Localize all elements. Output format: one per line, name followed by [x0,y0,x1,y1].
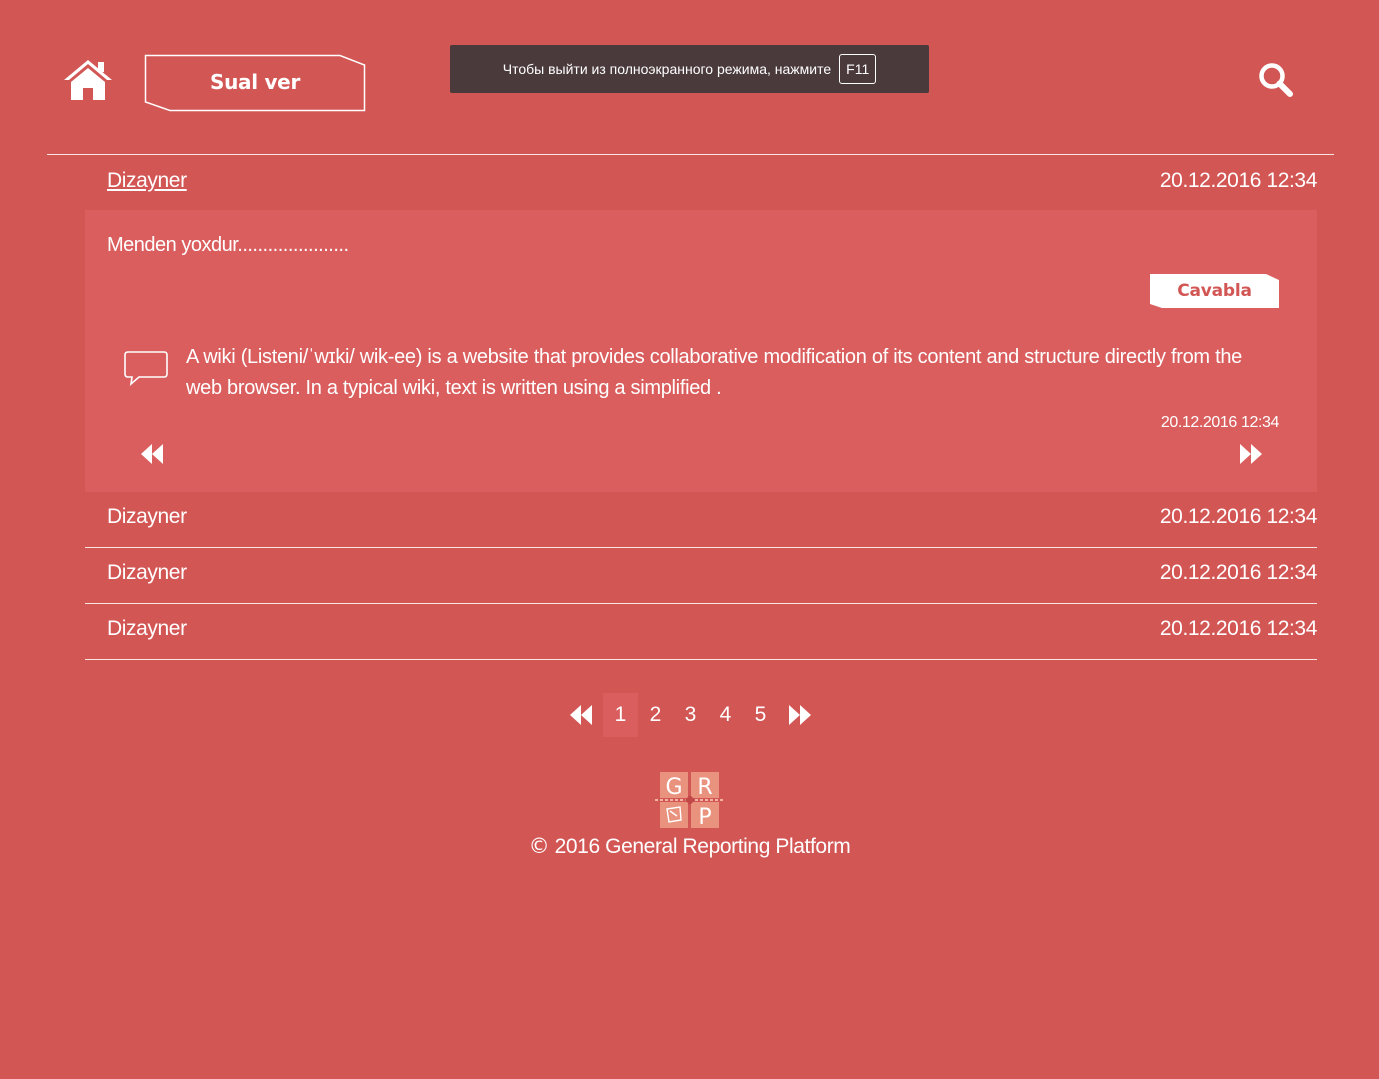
fullscreen-notice: Чтобы выйти из полноэкранного режима, на… [450,45,929,93]
first-page-icon[interactable] [568,704,594,726]
logo-letter-p: P [698,805,711,830]
page-2-link[interactable]: 2 [638,693,673,737]
question-date: 20.12.2016 12:34 [1159,617,1317,640]
question-date: 20.12.2016 12:34 [1159,169,1317,192]
question-row[interactable]: Dizayner 20.12.2016 12:34 [85,492,1317,548]
logo-letter-r: R [697,775,712,800]
header-divider [47,154,1334,155]
question-row[interactable]: Dizayner 20.12.2016 12:34 [85,548,1317,604]
search-icon[interactable] [1258,62,1294,98]
logo-letter-g: G [665,775,682,800]
copyright-text: © 2016 General Reporting Platform [0,834,1379,859]
page-1-link[interactable]: 1 [603,693,638,737]
answer-date: 20.12.2016 12:34 [1160,414,1280,431]
question-author: Dizayner [107,505,187,528]
previous-answer-icon[interactable] [139,443,165,465]
question-text: Menden yoxdur...................... [107,234,349,256]
ask-question-button[interactable]: Sual ver [144,54,366,112]
page-3-link[interactable]: 3 [673,693,708,737]
pagination: 1 2 3 4 5 [568,693,813,737]
grp-logo: G R P [655,770,725,830]
page-4-link[interactable]: 4 [708,693,743,737]
answer-button-label: Cavabla [1177,281,1252,301]
last-page-icon[interactable] [787,704,813,726]
answer-text: A wiki (Listeni/ˈwɪki/ wik-ee) is a webs… [186,346,1242,399]
question-author-link[interactable]: Dizayner [107,169,187,193]
ask-question-label: Sual ver [209,70,301,94]
question-date: 20.12.2016 12:34 [1159,561,1317,584]
fullscreen-notice-text: Чтобы выйти из полноэкранного режима, на… [502,61,832,77]
comment-icon [123,350,169,387]
copyright-icon: © [528,834,550,858]
home-icon[interactable] [62,58,114,102]
copyright-label: 2016 General Reporting Platform [549,835,851,858]
answer-button[interactable]: Cavabla [1150,274,1279,308]
fullscreen-key: F11 [839,54,877,84]
question-author: Dizayner [107,561,187,584]
question-author: Dizayner [107,617,187,640]
page-5-link[interactable]: 5 [743,693,778,737]
question-row[interactable]: Dizayner 20.12.2016 12:34 [85,604,1317,660]
question-date: 20.12.2016 12:34 [1159,505,1317,528]
next-answer-icon[interactable] [1238,443,1264,465]
